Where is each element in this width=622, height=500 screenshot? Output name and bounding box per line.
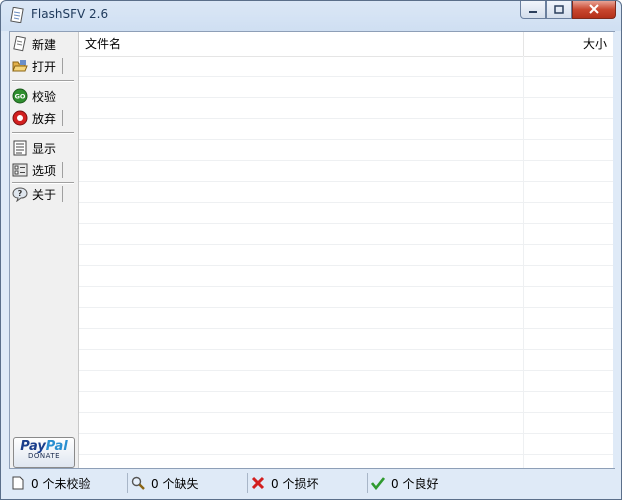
toolbar-show-button[interactable]: 显示 xyxy=(12,138,76,158)
column-header-size[interactable]: 大小 xyxy=(583,32,607,56)
toolbar-abort-label: 放弃 xyxy=(32,111,57,126)
column-gridline xyxy=(523,56,524,468)
options-icon xyxy=(12,162,28,178)
title-bar[interactable]: FlashSFV 2.6 xyxy=(1,1,621,29)
checkmark-icon xyxy=(371,476,385,490)
minimize-button[interactable] xyxy=(520,1,546,19)
toolbar-divider xyxy=(12,132,74,134)
status-unverified: 0 个未校验 xyxy=(11,473,128,493)
column-header-filename[interactable]: 文件名 xyxy=(85,32,121,56)
toolbar-separator xyxy=(62,58,63,74)
status-good-text: 0 个良好 xyxy=(391,476,439,491)
toolbar-about-button[interactable]: ? 关于 xyxy=(12,184,76,204)
document-list-icon xyxy=(12,140,28,156)
status-missing: 0 个缺失 xyxy=(131,473,248,493)
toolbar-verify-label: 校验 xyxy=(32,89,57,104)
status-unverified-text: 0 个未校验 xyxy=(31,476,91,491)
magnifier-icon xyxy=(131,476,145,490)
file-icon xyxy=(11,476,25,490)
svg-text:?: ? xyxy=(18,189,23,198)
status-good: 0 个良好 xyxy=(371,473,611,493)
maximize-button[interactable] xyxy=(546,1,572,19)
close-button[interactable] xyxy=(572,1,616,19)
toolbar-options-button[interactable]: 选项 xyxy=(12,160,76,180)
open-folder-icon xyxy=(12,58,28,74)
toolbar-new-button[interactable]: 新建 xyxy=(12,34,76,54)
status-damaged-text: 0 个损坏 xyxy=(271,476,319,491)
close-icon xyxy=(588,3,600,17)
paypal-donate-button[interactable]: PayPal DONATE xyxy=(13,437,75,468)
app-window: FlashSFV 2.6 新建 打开 GO 校验 放弃 显示 选项 ? 关于 P… xyxy=(0,0,622,500)
app-icon xyxy=(9,6,25,24)
toolbar-open-button[interactable]: 打开 xyxy=(12,56,76,76)
toolbar-open-label: 打开 xyxy=(32,59,57,74)
toolbar-about-label: 关于 xyxy=(32,187,57,202)
toolbar-separator xyxy=(62,110,63,126)
toolbar-divider xyxy=(12,80,74,82)
help-icon: ? xyxy=(12,186,28,202)
stop-icon xyxy=(12,110,28,126)
toolbar-new-label: 新建 xyxy=(32,37,57,52)
svg-text:GO: GO xyxy=(15,93,26,101)
toolbar-verify-button[interactable]: GO 校验 xyxy=(12,86,76,106)
caption-buttons xyxy=(520,1,616,19)
file-list[interactable]: 文件名 大小 xyxy=(78,32,615,468)
vertical-toolbar: 新建 打开 GO 校验 放弃 显示 选项 ? 关于 PayPal DONATE xyxy=(10,32,78,468)
status-damaged: 0 个损坏 xyxy=(251,473,368,493)
status-bar: 0 个未校验 0 个缺失 0 个损坏 0 个良好 xyxy=(9,473,615,495)
toolbar-show-label: 显示 xyxy=(32,141,57,156)
new-file-icon xyxy=(12,36,28,52)
maximize-icon xyxy=(554,3,564,17)
toolbar-separator xyxy=(62,162,63,178)
minimize-icon xyxy=(528,3,538,17)
list-edge xyxy=(613,32,615,468)
toolbar-separator xyxy=(62,186,63,202)
toolbar-options-label: 选项 xyxy=(32,163,57,178)
red-x-icon xyxy=(251,476,265,490)
window-title: FlashSFV 2.6 xyxy=(31,7,109,21)
toolbar-abort-button[interactable]: 放弃 xyxy=(12,108,76,128)
client-area: 新建 打开 GO 校验 放弃 显示 选项 ? 关于 PayPal DONATE … xyxy=(9,31,615,469)
list-header: 文件名 大小 xyxy=(79,32,615,57)
status-missing-text: 0 个缺失 xyxy=(151,476,199,491)
column-divider[interactable] xyxy=(523,32,524,56)
list-body[interactable] xyxy=(79,56,615,468)
go-icon: GO xyxy=(12,88,28,104)
